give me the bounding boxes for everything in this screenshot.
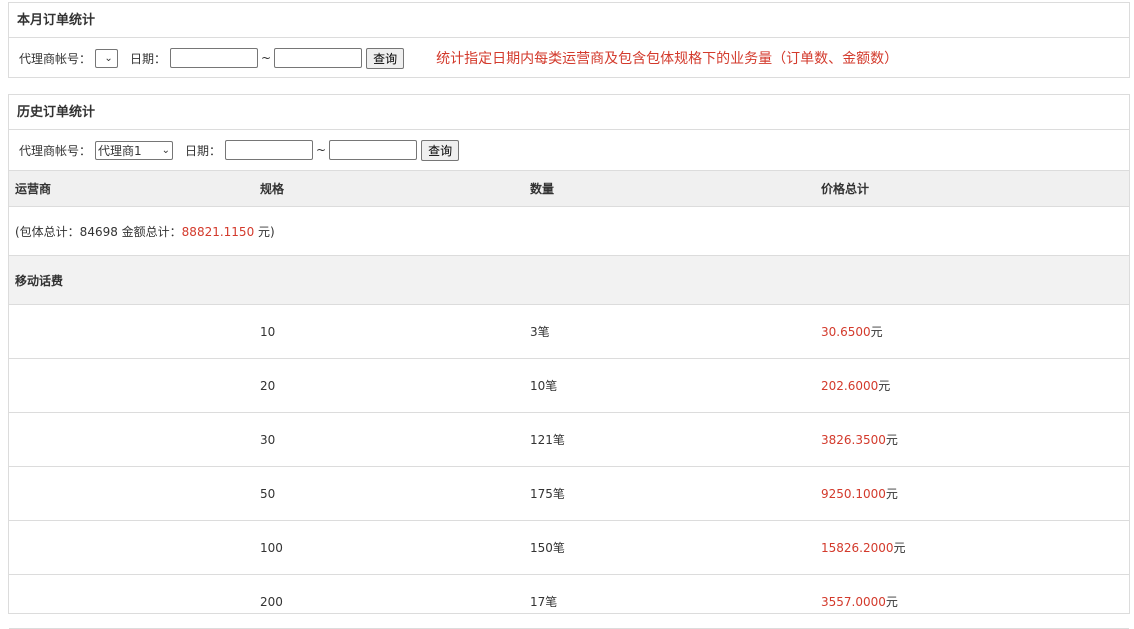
summary-cell: (包体总计：84698 金额总计：88821.1150 元): [9, 206, 1129, 256]
operator-cell: [9, 412, 254, 467]
price-unit: 元: [893, 541, 906, 555]
summary-row: (包体总计：84698 金额总计：88821.1150 元): [9, 206, 1129, 256]
spec-cell: 100: [254, 520, 524, 575]
date-range-separator: ~: [261, 51, 272, 65]
table-row: 100 150笔 15826.2000元: [9, 520, 1129, 575]
spec-cell: 50: [254, 466, 524, 521]
quantity-cell: 17笔: [524, 574, 815, 629]
agent-select[interactable]: ⌄: [95, 48, 119, 68]
group-row: 移动话费: [9, 255, 1129, 305]
history-panel-title: 历史订单统计: [9, 95, 1129, 130]
agent-label: 代理商帐号：: [19, 143, 92, 158]
column-header-price-total: 价格总计: [815, 170, 1129, 207]
table-header-row: 运营商 规格 数量 价格总计: [9, 170, 1129, 207]
price-cell: 15826.2000元: [815, 520, 1129, 575]
month-stats-panel: 本月订单统计 代理商帐号： ⌄ 日期： ~ 查询 统计指定日期内每类运营商及包含…: [8, 2, 1130, 78]
column-header-spec: 规格: [254, 170, 524, 207]
price-value: 202.6000: [821, 379, 879, 393]
date-label: 日期：: [185, 143, 222, 158]
operator-cell: [9, 358, 254, 413]
price-cell: 30.6500元: [815, 304, 1129, 359]
table-row: 20 10笔 202.6000元: [9, 358, 1129, 413]
price-unit: 元: [885, 433, 898, 447]
summary-prefix: (包体总计：84698 金额总计：: [15, 224, 182, 239]
month-panel-title: 本月订单统计: [9, 3, 1129, 38]
price-unit: 元: [885, 595, 898, 609]
table-row: 50 175笔 9250.1000元: [9, 466, 1129, 521]
price-value: 15826.2000: [821, 541, 894, 555]
query-button[interactable]: 查询: [366, 47, 405, 69]
date-from-input[interactable]: [170, 48, 259, 68]
price-value: 3826.3500: [821, 433, 886, 447]
date-label: 日期：: [130, 51, 167, 66]
chevron-down-icon: ⌄: [104, 52, 113, 64]
quantity-cell: 10笔: [524, 358, 815, 413]
spec-cell: 30: [254, 412, 524, 467]
price-cell: 3557.0000元: [815, 574, 1129, 629]
date-to-input[interactable]: [274, 48, 363, 68]
history-stats-table: 运营商 规格 数量 价格总计 (包体总计：84698 金额总计：88821.11…: [9, 170, 1129, 629]
summary-amount: 88821.1150: [181, 224, 255, 239]
price-value: 3557.0000: [821, 595, 886, 609]
chevron-down-icon: ⌄: [161, 144, 171, 156]
price-cell: 9250.1000元: [815, 466, 1129, 521]
stats-description-note: 统计指定日期内每类运营商及包含包体规格下的业务量（订单数、金额数）: [436, 51, 899, 67]
price-value: 9250.1000: [821, 487, 886, 501]
price-value: 30.6500: [821, 325, 871, 339]
agent-select-value: 代理商1: [98, 143, 142, 158]
price-unit: 元: [870, 325, 883, 339]
date-range-separator: ~: [316, 143, 327, 157]
operator-cell: [9, 574, 254, 629]
quantity-cell: 150笔: [524, 520, 815, 575]
history-stats-panel: 历史订单统计 代理商帐号： 代理商1 ⌄ 日期： ~ 查询 运营商 规格 数量 …: [8, 94, 1130, 629]
query-button[interactable]: 查询: [421, 139, 460, 161]
group-label: 移动话费: [9, 255, 1129, 305]
quantity-cell: 175笔: [524, 466, 815, 521]
spec-cell: 20: [254, 358, 524, 413]
spec-cell: 200: [254, 574, 524, 629]
price-unit: 元: [878, 379, 891, 393]
table-row: 30 121笔 3826.3500元: [9, 412, 1129, 467]
operator-cell: [9, 304, 254, 359]
spec-cell: 10: [254, 304, 524, 359]
history-filter-row: 代理商帐号： 代理商1 ⌄ 日期： ~ 查询: [9, 130, 1129, 170]
month-filter-row: 代理商帐号： ⌄ 日期： ~ 查询 统计指定日期内每类运营商及包含包体规格下的业…: [9, 38, 1129, 78]
operator-cell: [9, 520, 254, 575]
table-row: 200 17笔 3557.0000元: [9, 574, 1129, 629]
date-from-input[interactable]: [225, 140, 314, 160]
operator-cell: [9, 466, 254, 521]
price-cell: 202.6000元: [815, 358, 1129, 413]
table-row: 10 3笔 30.6500元: [9, 304, 1129, 359]
price-cell: 3826.3500元: [815, 412, 1129, 467]
date-to-input[interactable]: [329, 140, 418, 160]
summary-suffix: 元): [254, 224, 275, 239]
quantity-cell: 3笔: [524, 304, 815, 359]
price-unit: 元: [885, 487, 898, 501]
column-header-quantity: 数量: [524, 170, 815, 207]
agent-select[interactable]: 代理商1 ⌄: [95, 140, 174, 160]
agent-label: 代理商帐号：: [19, 51, 92, 66]
column-header-operator: 运营商: [9, 170, 254, 207]
quantity-cell: 121笔: [524, 412, 815, 467]
